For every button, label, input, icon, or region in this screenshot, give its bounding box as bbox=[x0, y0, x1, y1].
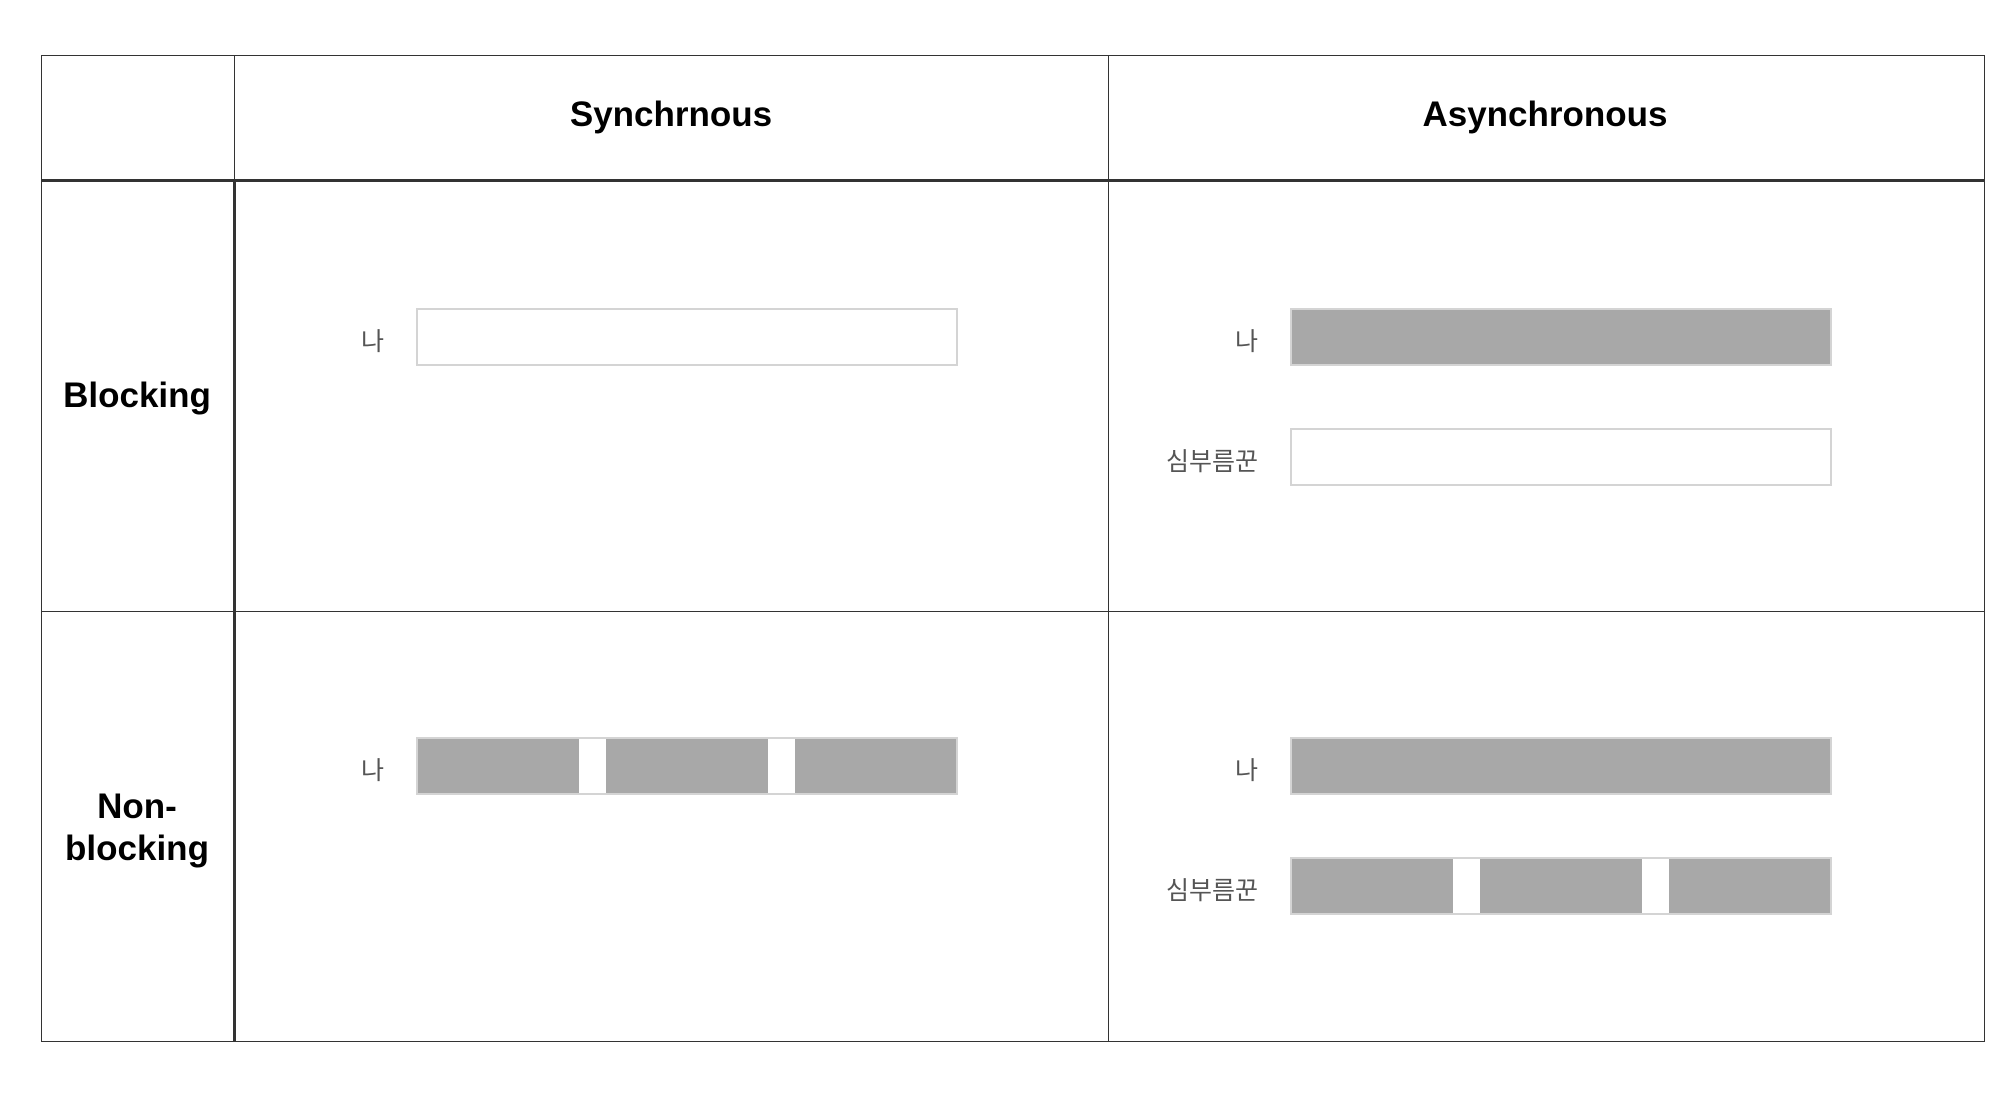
active-segment bbox=[1480, 859, 1642, 913]
lane-label: 심부름꾼 bbox=[1165, 447, 1258, 476]
active-segment bbox=[1292, 739, 1830, 793]
active-segment bbox=[1292, 310, 1830, 364]
row-header-nonblocking: Non- blocking bbox=[65, 787, 209, 868]
lane-label: 심부름꾼 bbox=[1165, 876, 1258, 905]
lane-label: 나 bbox=[1234, 327, 1258, 356]
active-segment bbox=[1668, 859, 1830, 913]
column-header-sync: Synchrnous bbox=[569, 95, 773, 134]
lane-label: 나 bbox=[1234, 756, 1258, 785]
active-segment bbox=[1292, 859, 1454, 913]
lane-label: 나 bbox=[360, 756, 384, 785]
active-segment bbox=[418, 739, 580, 793]
active-segment bbox=[606, 739, 768, 793]
timeline-bar bbox=[416, 737, 958, 795]
lane-label: 나 bbox=[360, 327, 384, 356]
row-header-blocking: Blocking bbox=[63, 376, 211, 415]
timeline-bar bbox=[1290, 308, 1832, 366]
cell-blocking-sync: 나 bbox=[234, 182, 1107, 610]
column-header-async: Asynchronous bbox=[1422, 95, 1668, 134]
cell-blocking-async: 나심부름꾼 bbox=[1108, 182, 1981, 610]
cell-nonblocking-async: 나심부름꾼 bbox=[1108, 611, 1981, 1041]
timeline-bar bbox=[1290, 428, 1832, 486]
cell-nonblocking-sync: 나 bbox=[234, 611, 1107, 1041]
timeline-bar bbox=[1290, 857, 1832, 915]
active-segment bbox=[794, 739, 956, 793]
timeline-bar bbox=[416, 308, 958, 366]
timeline-bar bbox=[1290, 737, 1832, 795]
